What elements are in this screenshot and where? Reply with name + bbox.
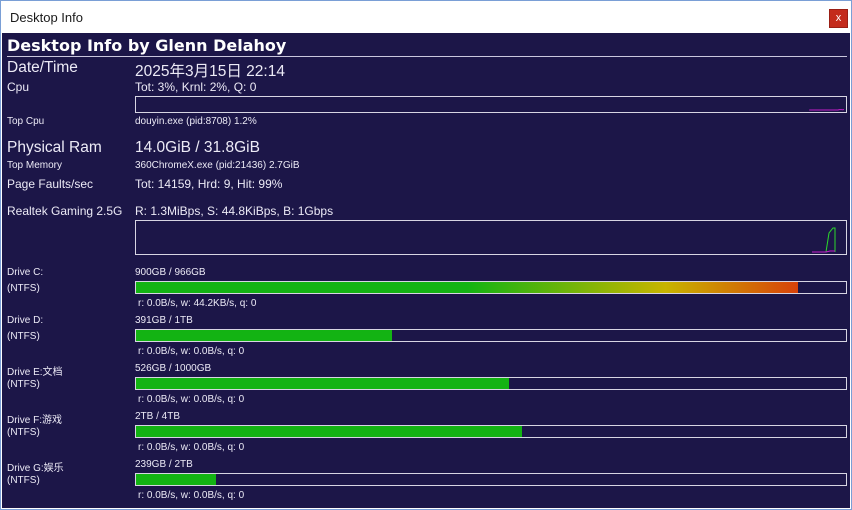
drive-c-bar-fill <box>136 282 798 293</box>
cpu-history-line <box>809 109 845 111</box>
drive-f-label: Drive F:游戏 <box>7 415 62 426</box>
drive-e-fs: (NTFS) <box>7 379 40 390</box>
datetime-label: Date/Time <box>7 59 78 76</box>
window-title: Desktop Info <box>10 10 83 25</box>
cpu-label: Cpu <box>7 80 30 94</box>
drive-f-fs: (NTFS) <box>7 427 40 438</box>
cpu-value: Tot: 3%, Krnl: 2%, Q: 0 <box>135 80 257 94</box>
drive-d-label: Drive D: <box>7 315 44 326</box>
top-cpu-label: Top Cpu <box>7 116 45 127</box>
drive-e-usage: 526GB / 1000GB <box>135 363 212 374</box>
header-divider <box>7 56 847 57</box>
title-bar[interactable]: Desktop Info x <box>1 1 851 33</box>
top-memory-label: Top Memory <box>7 160 63 171</box>
drive-f-usage: 2TB / 4TB <box>135 411 181 422</box>
drive-e-label: Drive E:文档 <box>7 367 63 378</box>
drive-g-io: r: 0.0B/s, w: 0.0B/s, q: 0 <box>138 490 245 501</box>
cpu-graph <box>135 96 847 113</box>
drive-g-bar-fill <box>136 474 216 485</box>
close-button[interactable]: x <box>829 9 848 28</box>
drive-f-bar-fill <box>136 426 522 437</box>
drive-g-usage: 239GB / 2TB <box>135 459 193 470</box>
drive-d-io: r: 0.0B/s, w: 0.0B/s, q: 0 <box>138 346 245 357</box>
drive-c-bar <box>135 281 847 294</box>
page-faults-value: Tot: 14159, Hrd: 9, Hit: 99% <box>135 177 283 191</box>
drive-e-io: r: 0.0B/s, w: 0.0B/s, q: 0 <box>138 394 245 405</box>
drive-c-usage: 900GB / 966GB <box>135 267 206 278</box>
page-faults-label: Page Faults/sec <box>7 177 94 191</box>
info-panel: Desktop Info by Glenn Delahoy Date/Time … <box>2 33 850 508</box>
top-memory-value: 360ChromeX.exe (pid:21436) 2.7GiB <box>135 160 300 171</box>
cpu-graph-svg <box>809 109 845 111</box>
network-recv-line <box>814 227 836 253</box>
drive-e-bar-fill <box>136 378 510 389</box>
drive-g-bar <box>135 473 847 486</box>
drive-g-label: Drive G:娱乐 <box>7 463 64 474</box>
desktop-info-window: Desktop Info x Desktop Info by Glenn Del… <box>0 0 852 510</box>
drive-d-bar-fill <box>136 330 393 341</box>
drive-f-bar <box>135 425 847 438</box>
top-cpu-value: douyin.exe (pid:8708) 1.2% <box>135 116 257 127</box>
drive-c-label: Drive C: <box>7 267 44 278</box>
physical-ram-value: 14.0GiB / 31.8GiB <box>135 139 260 156</box>
drive-d-usage: 391GB / 1TB <box>135 315 193 326</box>
drive-g-fs: (NTFS) <box>7 475 40 486</box>
network-label: Realtek Gaming 2.5G <box>7 204 123 218</box>
network-value: R: 1.3MiBps, S: 44.8KiBps, B: 1Gbps <box>135 204 334 218</box>
drive-c-fs: (NTFS) <box>7 283 40 294</box>
drive-d-fs: (NTFS) <box>7 331 40 342</box>
datetime-value: 2025年3月15日 22:14 <box>135 63 285 80</box>
network-graph-svg <box>812 227 836 253</box>
drive-e-bar <box>135 377 847 390</box>
network-graph <box>135 220 847 255</box>
panel-header: Desktop Info by Glenn Delahoy <box>7 36 287 55</box>
drive-f-io: r: 0.0B/s, w: 0.0B/s, q: 0 <box>138 442 245 453</box>
network-send-line <box>812 250 835 253</box>
drive-d-bar <box>135 329 847 342</box>
physical-ram-label: Physical Ram <box>7 139 102 156</box>
drive-c-io: r: 0.0B/s, w: 44.2KB/s, q: 0 <box>138 298 257 309</box>
